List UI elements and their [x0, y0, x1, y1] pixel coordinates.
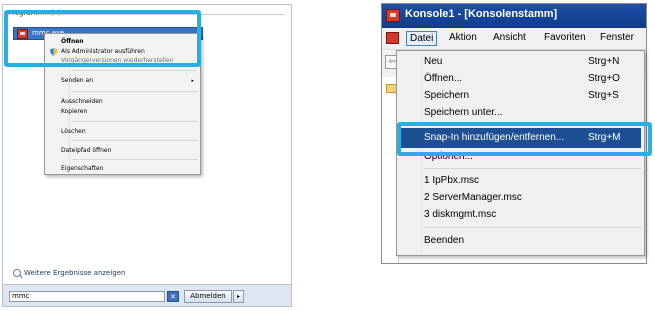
menu-separator — [424, 227, 641, 228]
highlight-frame-right — [397, 122, 652, 156]
context-separator — [72, 91, 197, 92]
context-item-cut[interactable]: Ausschneiden — [61, 98, 103, 105]
menu-window[interactable]: Fenster — [597, 31, 637, 44]
context-item-send-to[interactable]: Senden an — [61, 77, 93, 84]
context-separator — [72, 121, 197, 122]
context-separator — [72, 159, 197, 160]
title-bar[interactable]: Konsole1 - [Konsolenstamm] — [382, 4, 646, 28]
context-item-open-file-location[interactable]: Dateipfad öffnen — [61, 147, 111, 154]
search-input[interactable]: mmc — [9, 291, 165, 302]
search-icon — [13, 269, 21, 277]
menu-item-save[interactable]: Speichern — [424, 90, 469, 101]
more-results-link[interactable]: Weitere Ergebnisse anzeigen — [13, 269, 126, 277]
shortcut-save: Strg+S — [588, 90, 619, 101]
start-menu-bottom-bar: mmc ✕ Abmelden ▸ — [3, 284, 291, 306]
more-results-label: Weitere Ergebnisse anzeigen — [24, 269, 126, 277]
shortcut-open: Strg+O — [588, 73, 620, 84]
menu-item-recent-1[interactable]: 1 IpPbx.msc — [424, 175, 479, 186]
window-title: Konsole1 - [Konsolenstamm] — [405, 8, 558, 20]
logoff-button[interactable]: Abmelden — [184, 290, 232, 303]
context-separator — [72, 70, 197, 71]
clear-search-button[interactable]: ✕ — [167, 291, 179, 302]
menu-item-save-as[interactable]: Speichern unter... — [424, 107, 502, 118]
context-item-properties[interactable]: Eigenschaften — [61, 165, 104, 172]
context-item-copy[interactable]: Kopieren — [61, 108, 87, 115]
menu-item-exit[interactable]: Beenden — [424, 235, 464, 246]
shutdown-options-button[interactable]: ▸ — [233, 290, 244, 303]
submenu-arrow-icon: ▸ — [191, 78, 194, 84]
menu-separator — [424, 168, 641, 169]
shortcut-new: Strg+N — [588, 56, 620, 67]
menu-item-new[interactable]: Neu — [424, 56, 442, 67]
context-separator — [72, 140, 197, 141]
menu-item-recent-2[interactable]: 2 ServerManager.msc — [424, 192, 522, 203]
menu-view[interactable]: Ansicht — [490, 31, 529, 44]
menu-item-open[interactable]: Öffnen... — [424, 73, 462, 84]
highlight-frame-left — [4, 10, 201, 67]
menu-action[interactable]: Aktion — [446, 31, 480, 44]
system-menu-icon[interactable] — [386, 32, 399, 44]
menu-item-recent-3[interactable]: 3 diskmgmt.msc — [424, 209, 496, 220]
menu-file[interactable]: Datei — [406, 31, 438, 46]
menu-favorites[interactable]: Favoriten — [541, 31, 589, 44]
context-item-delete[interactable]: Löschen — [61, 128, 86, 135]
menu-bar: Datei Aktion Ansicht Favoriten Fenster — [382, 28, 646, 50]
mmc-app-icon — [386, 9, 400, 22]
